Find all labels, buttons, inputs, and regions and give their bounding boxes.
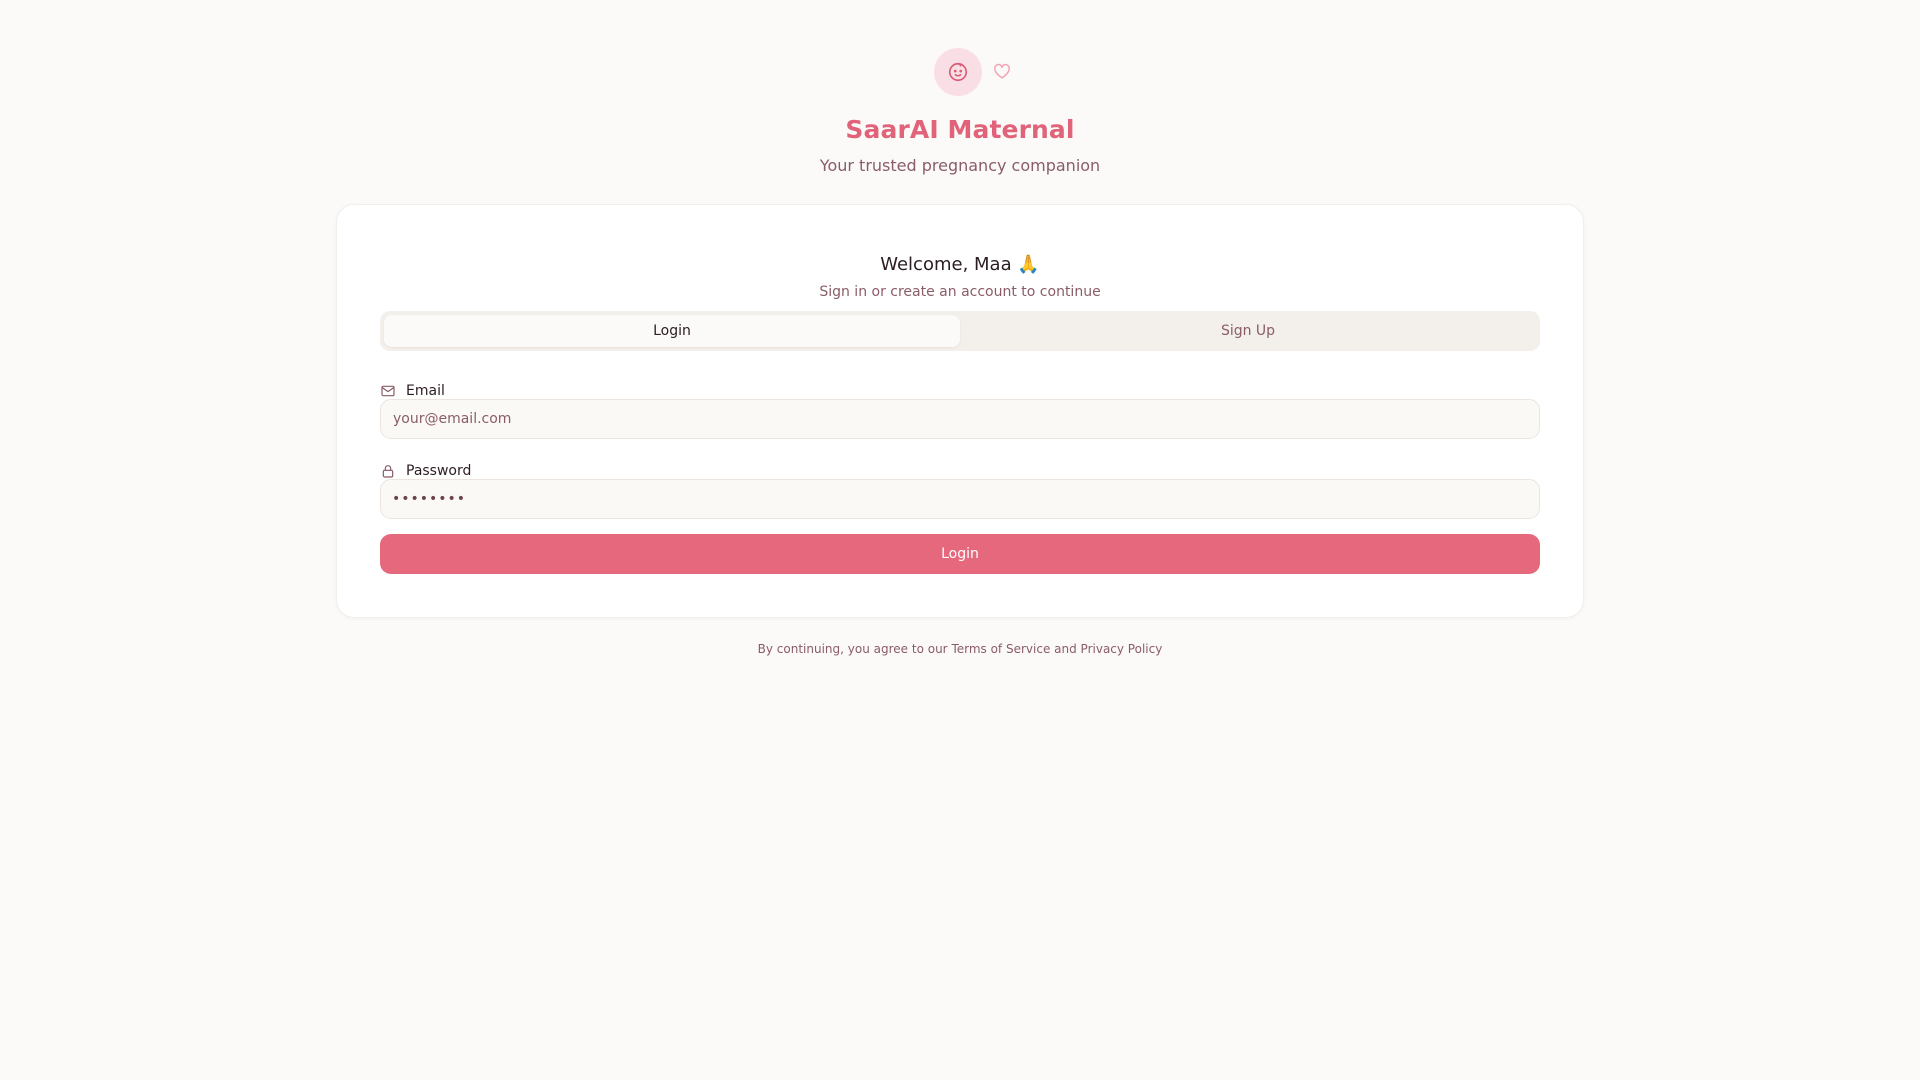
login-page: SaarAI Maternal Your trusted pregnancy c…: [0, 0, 1920, 1080]
heart-icon: [990, 60, 1014, 84]
login-button[interactable]: Login: [380, 534, 1540, 574]
footer-prefix: By continuing, you agree to our: [757, 642, 952, 656]
tab-sign-up[interactable]: Sign Up: [960, 315, 1536, 347]
terms-of-service-link[interactable]: Terms of Service: [951, 642, 1050, 656]
app-title: SaarAI Maternal: [845, 115, 1075, 144]
baby-face-icon: [934, 48, 982, 96]
legal-footer: By continuing, you agree to our Terms of…: [0, 641, 1920, 657]
footer-and: and: [1050, 642, 1081, 656]
tab-login[interactable]: Login: [384, 315, 960, 347]
email-input[interactable]: [380, 399, 1540, 439]
welcome-subtitle: Sign in or create an account to continue: [819, 284, 1101, 300]
brand-header: SaarAI Maternal Your trusted pregnancy c…: [0, 44, 1920, 176]
login-card: Welcome, Maa 🙏 Sign in or create an acco…: [336, 204, 1584, 618]
privacy-policy-link[interactable]: Privacy Policy: [1081, 642, 1163, 656]
auth-tabs: Login Sign Up: [380, 311, 1540, 351]
app-subtitle: Your trusted pregnancy companion: [819, 156, 1101, 175]
welcome-heading: Welcome, Maa 🙏: [880, 254, 1040, 275]
lock-icon: [380, 463, 396, 479]
email-label: Email: [380, 381, 445, 401]
password-label-text: Password: [406, 463, 472, 479]
email-label-text: Email: [406, 383, 445, 399]
password-input[interactable]: [380, 479, 1540, 519]
password-label: Password: [380, 461, 471, 481]
logo-row: [28, 44, 1920, 100]
mail-icon: [380, 383, 396, 399]
